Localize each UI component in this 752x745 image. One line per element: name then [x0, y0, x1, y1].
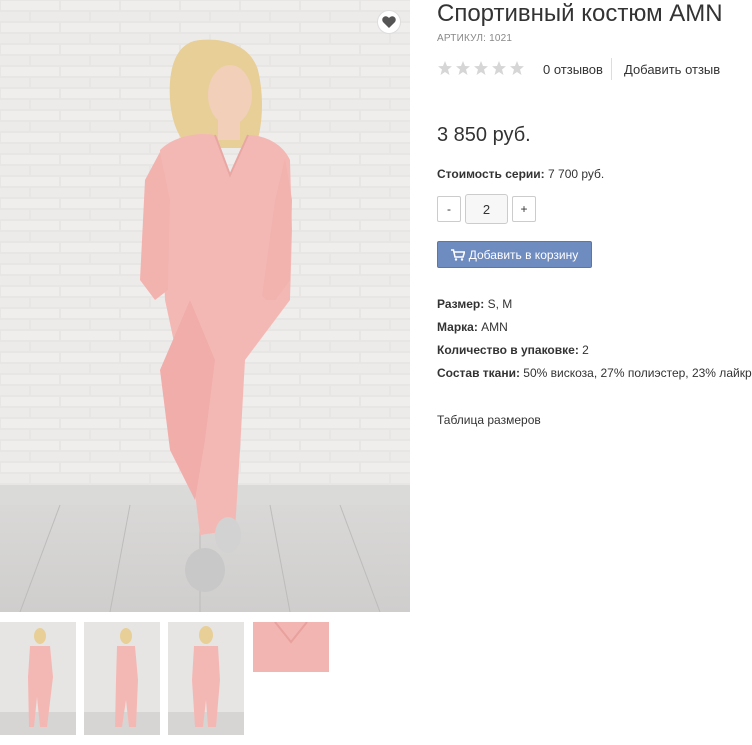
- star-icon: [492, 61, 506, 75]
- quantity-stepper: - +: [437, 194, 536, 224]
- thumbnail-3[interactable]: [168, 622, 244, 735]
- product-price: 3 850 руб.: [437, 124, 531, 146]
- heart-icon: [382, 16, 396, 28]
- attribute-value: AMN: [481, 320, 508, 334]
- cart-icon: [450, 248, 465, 261]
- series-label: Стоимость серии:: [437, 167, 545, 181]
- size-table-link[interactable]: Таблица размеров: [437, 413, 541, 427]
- product-title: Спортивный костюм AMN: [437, 0, 723, 27]
- product-main-image[interactable]: [0, 0, 410, 612]
- sku-label: Артикул:: [437, 33, 487, 44]
- product-photo-illustration: [0, 0, 410, 612]
- decrement-button[interactable]: -: [437, 196, 461, 222]
- thumbnail-2[interactable]: [84, 622, 160, 735]
- star-icon: [456, 61, 470, 75]
- star-icon: [438, 61, 452, 75]
- attribute-label: Количество в упаковке:: [437, 343, 579, 357]
- attribute-row: Размер: S, M: [437, 293, 752, 316]
- series-value: 7 700 руб.: [548, 167, 605, 181]
- thumbnail-2-illustration: [84, 622, 160, 735]
- quantity-input[interactable]: [465, 194, 508, 224]
- attribute-value: 2: [582, 343, 589, 357]
- thumbnail-4[interactable]: [253, 622, 329, 672]
- sku-value: 1021: [489, 33, 513, 44]
- attribute-value: S, M: [487, 297, 513, 311]
- attribute-label: Размер:: [437, 297, 485, 311]
- thumbnail-1-illustration: [0, 622, 76, 735]
- attribute-row: Количество в упаковке: 2: [437, 339, 752, 362]
- reviews-link[interactable]: 0 отзывов: [543, 62, 603, 77]
- attribute-row: Марка: AMN: [437, 316, 752, 339]
- product-sku: Артикул: 1021: [437, 33, 512, 44]
- attribute-row: Состав ткани: 50% вискоза, 27% полиэстер…: [437, 362, 752, 385]
- attribute-label: Состав ткани:: [437, 366, 520, 380]
- add-to-cart-label: Добавить в корзину: [468, 247, 579, 262]
- series-price: Стоимость серии: 7 700 руб.: [437, 167, 604, 181]
- product-attributes: Размер: S, M Марка: AMN Количество в упа…: [437, 293, 752, 385]
- wishlist-button[interactable]: [377, 10, 401, 34]
- divider: [611, 58, 612, 80]
- thumbnail-4-illustration: [253, 622, 329, 672]
- star-icon: [510, 61, 524, 75]
- rating-stars[interactable]: [437, 60, 525, 76]
- add-to-cart-button[interactable]: Добавить в корзину: [437, 241, 592, 268]
- increment-button[interactable]: +: [512, 196, 536, 222]
- attribute-value: 50% вискоза, 27% полиэстер, 23% лайкра: [523, 366, 752, 380]
- attribute-label: Марка:: [437, 320, 478, 334]
- star-icon: [474, 61, 488, 75]
- thumbnail-1[interactable]: [0, 622, 76, 735]
- thumbnail-3-illustration: [168, 622, 244, 735]
- add-review-link[interactable]: Добавить отзыв: [624, 62, 720, 77]
